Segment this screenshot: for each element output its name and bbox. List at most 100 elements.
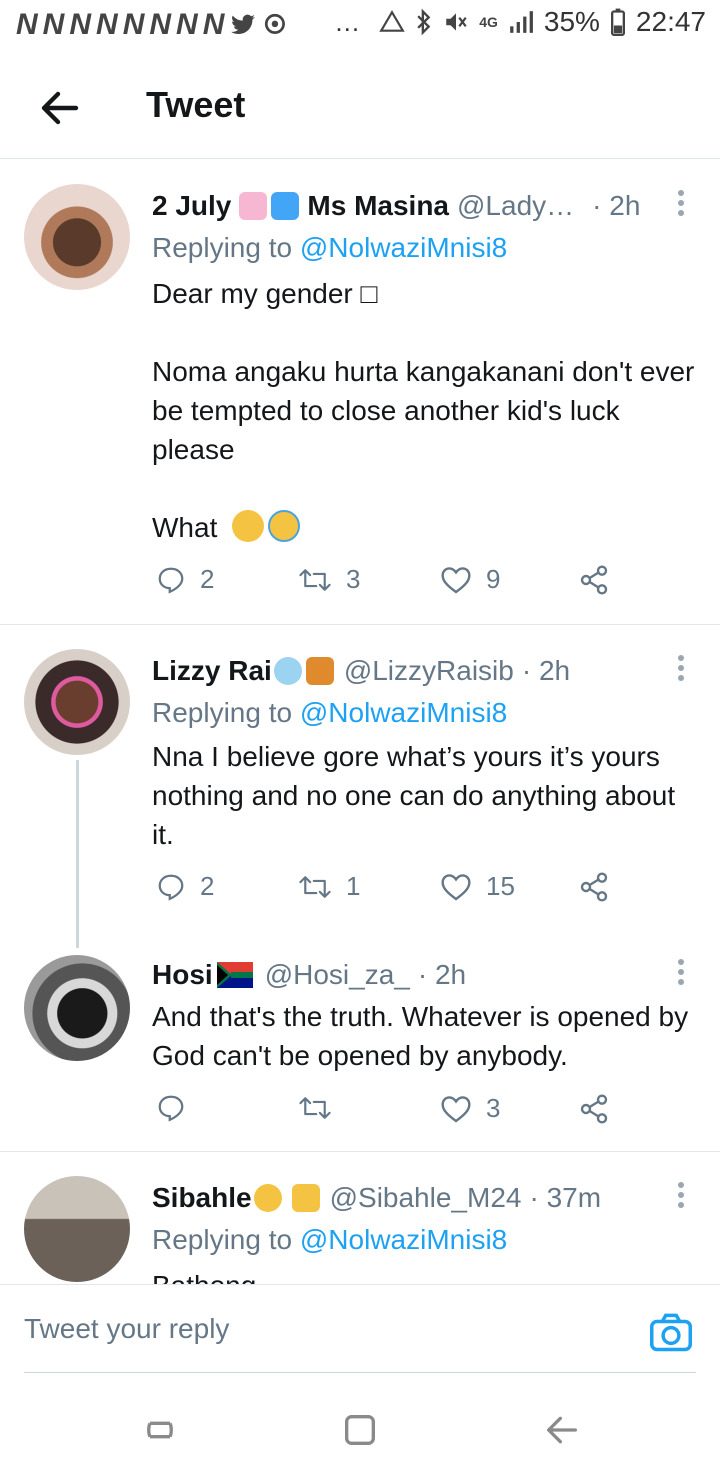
butterfly-emoji-icon: [305, 657, 334, 685]
like-action[interactable]: 3: [440, 1093, 500, 1124]
like-icon: [441, 873, 471, 900]
sunflower-emoji-icon: [253, 1184, 282, 1212]
gift-emoji-icon: [271, 192, 300, 220]
tweet-item[interactable]: Hosi @Hosi_za_ · 2h And that's the truth…: [0, 935, 720, 1150]
share-icon: [580, 565, 608, 595]
display-name-prefix[interactable]: 2 July: [152, 190, 231, 222]
notification-n-icon: N: [96, 8, 118, 41]
app-header: Tweet: [0, 60, 720, 159]
retweet-action[interactable]: 3: [298, 564, 360, 595]
retweet-count: 1: [346, 871, 361, 901]
tweet-actions: 3: [152, 1093, 652, 1133]
reply-input[interactable]: Tweet your reply: [24, 1313, 229, 1345]
retweet-icon: [299, 875, 331, 898]
camera-icon[interactable]: [648, 1311, 694, 1353]
share-action[interactable]: [578, 1093, 610, 1125]
avatar[interactable]: [24, 955, 130, 1061]
retweet-action[interactable]: [298, 1093, 346, 1123]
tweet-author-line: Lizzy Rai @LizzyRaisib · 2h: [152, 655, 570, 687]
reply-composer: Tweet your reply: [0, 1284, 720, 1377]
battery-percent: 35%: [543, 6, 600, 37]
reply-icon: [158, 567, 184, 594]
reply-icon: [158, 874, 184, 901]
more-icon[interactable]: [678, 959, 686, 989]
like-icon: [441, 1095, 471, 1122]
retweet-icon: [299, 568, 331, 591]
data-saver-icon: [379, 10, 405, 32]
replying-label: Replying to: [152, 1224, 293, 1255]
battery-icon: [610, 8, 625, 36]
mention-link[interactable]: @NolwaziMnisi8: [300, 1224, 507, 1255]
crown-emoji-icon: [291, 1184, 320, 1212]
tweet-author-line: Sibahle @Sibahle_M24 · 37m: [152, 1182, 601, 1214]
user-handle: @Sibahle_M24: [329, 1182, 522, 1213]
retweet-action[interactable]: 1: [298, 871, 360, 902]
user-handle: @Hosi_za_: [264, 959, 410, 990]
display-name[interactable]: Lizzy Rai: [152, 655, 272, 687]
mention-link[interactable]: @NolwaziMnisi8: [300, 232, 507, 263]
share-action[interactable]: [578, 564, 610, 596]
avatar[interactable]: [24, 184, 130, 290]
tweet-text: Dear my gender □ Noma angaku hurta kanga…: [152, 278, 695, 543]
dizzy-emoji-icon: [273, 657, 302, 685]
tweet-item[interactable]: Sibahle @Sibahle_M24 · 37m Replying to @…: [0, 1152, 720, 1284]
tweet-item[interactable]: Lizzy Rai @LizzyRaisib · 2h Replying to …: [0, 625, 720, 935]
replying-label: Replying to: [152, 232, 293, 263]
tweet-author-line: Hosi @Hosi_za_ · 2h: [152, 959, 466, 991]
share-icon: [580, 872, 608, 902]
replying-to: Replying to @NolwaziMnisi8: [152, 1224, 507, 1256]
notification-n-icon: N: [42, 8, 65, 41]
tweet-time: · 37m: [529, 1182, 602, 1213]
tweet-actions: 2 1 15: [152, 871, 652, 911]
reply-action[interactable]: [156, 1093, 200, 1123]
tweet-author-line: 2 July Ms Masina @Lady… · 2h: [152, 190, 640, 222]
share-action[interactable]: [578, 871, 610, 903]
reply-action[interactable]: 2: [156, 564, 214, 595]
avatar[interactable]: [24, 649, 130, 755]
replying-label: Replying to: [152, 697, 293, 728]
notification-n-icon: N: [69, 8, 91, 41]
replying-to: Replying to @NolwaziMnisi8: [152, 697, 507, 729]
mention-link[interactable]: @NolwaziMnisi8: [300, 697, 507, 728]
like-count: 15: [486, 871, 515, 901]
like-icon: [441, 566, 471, 593]
avatar[interactable]: [24, 1176, 130, 1282]
tweet-text: Bathong: [152, 1266, 697, 1284]
more-icon[interactable]: [678, 190, 686, 220]
thread-connector: [76, 760, 79, 948]
twitter-bird-icon: [231, 14, 256, 34]
tweet-time: · 2h: [417, 959, 467, 990]
display-name[interactable]: Sibahle: [152, 1182, 252, 1214]
notification-n-icon: N: [149, 8, 171, 41]
clock: 22:47: [635, 6, 706, 37]
back-arrow-icon[interactable]: [36, 84, 84, 132]
bluetooth-icon: [417, 8, 431, 36]
like-count: 3: [486, 1093, 501, 1123]
tweet-item[interactable]: 2 July Ms Masina @Lady… · 2h Replying to…: [0, 160, 720, 624]
signal-icon: [510, 11, 533, 33]
network-type: 4G: [479, 14, 498, 30]
user-handle: @Lady…: [457, 190, 575, 221]
replying-to: Replying to @NolwaziMnisi8: [152, 232, 507, 264]
chat-icon: [265, 13, 286, 34]
page-title: Tweet: [146, 84, 246, 125]
more-icon[interactable]: [678, 1182, 686, 1212]
reply-action[interactable]: 2: [156, 871, 214, 902]
display-name[interactable]: Hosi: [152, 959, 213, 991]
south-africa-flag-icon: [216, 962, 253, 988]
display-name[interactable]: Ms Masina: [307, 190, 449, 222]
back-nav-icon[interactable]: [542, 1410, 582, 1450]
weary-face-emoji-icon: [232, 510, 264, 542]
system-nav-bar: [0, 1380, 720, 1480]
reply-count: 2: [200, 871, 215, 901]
more-icon[interactable]: [678, 655, 686, 685]
like-action[interactable]: 15: [440, 871, 515, 902]
home-icon[interactable]: [340, 1410, 380, 1450]
more-notifications-icon: …: [334, 6, 362, 37]
retweet-icon: [299, 1097, 331, 1119]
notification-n-icon: N: [16, 8, 38, 41]
like-action[interactable]: 9: [440, 564, 500, 595]
reply-icon: [158, 1095, 184, 1122]
recent-apps-icon[interactable]: [140, 1410, 180, 1450]
share-icon: [580, 1094, 608, 1124]
